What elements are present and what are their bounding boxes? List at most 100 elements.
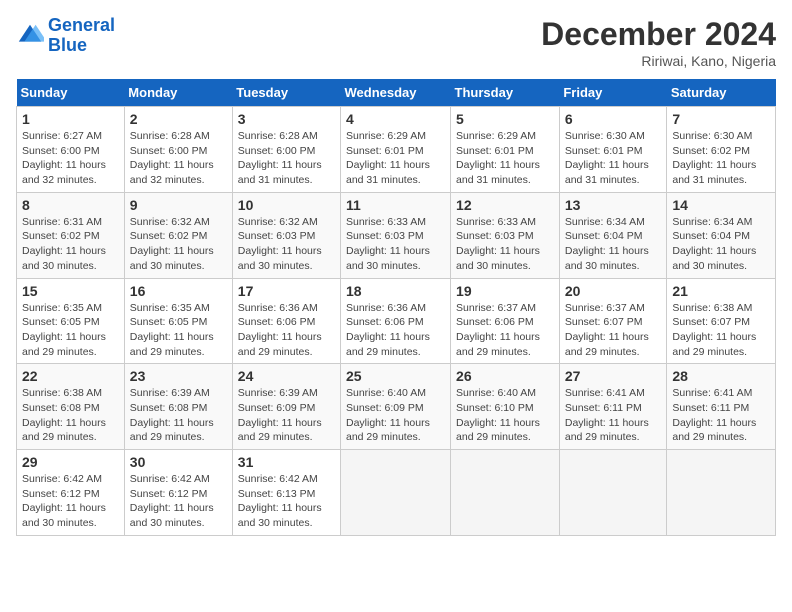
day-number: 31: [238, 454, 335, 470]
day-number: 1: [22, 111, 119, 127]
day-info: Sunrise: 6:29 AMSunset: 6:01 PMDaylight:…: [456, 129, 554, 188]
weekday-header-wednesday: Wednesday: [341, 79, 451, 107]
calendar-cell: 17 Sunrise: 6:36 AMSunset: 6:06 PMDayligh…: [232, 278, 340, 364]
calendar-cell: 9 Sunrise: 6:32 AMSunset: 6:02 PMDaylight…: [124, 192, 232, 278]
calendar-cell: [667, 450, 776, 536]
logo-icon: [16, 22, 44, 50]
day-info: Sunrise: 6:32 AMSunset: 6:03 PMDaylight:…: [238, 215, 335, 274]
weekday-header-thursday: Thursday: [451, 79, 560, 107]
day-number: 14: [672, 197, 770, 213]
calendar-cell: 31 Sunrise: 6:42 AMSunset: 6:13 PMDayligh…: [232, 450, 340, 536]
day-number: 19: [456, 283, 554, 299]
day-info: Sunrise: 6:33 AMSunset: 6:03 PMDaylight:…: [346, 215, 445, 274]
day-number: 21: [672, 283, 770, 299]
day-info: Sunrise: 6:27 AMSunset: 6:00 PMDaylight:…: [22, 129, 119, 188]
day-number: 16: [130, 283, 227, 299]
calendar-cell: 3Sunrise: 6:28 AMSunset: 6:00 PMDaylight…: [232, 107, 340, 193]
weekday-header-monday: Monday: [124, 79, 232, 107]
calendar-cell: 12 Sunrise: 6:33 AMSunset: 6:03 PMDayligh…: [451, 192, 560, 278]
calendar-cell: 28 Sunrise: 6:41 AMSunset: 6:11 PMDayligh…: [667, 364, 776, 450]
day-number: 20: [565, 283, 662, 299]
day-info: Sunrise: 6:38 AMSunset: 6:07 PMDaylight:…: [672, 301, 770, 360]
calendar-cell: [559, 450, 667, 536]
title-block: December 2024 Ririwai, Kano, Nigeria: [541, 16, 776, 69]
day-number: 12: [456, 197, 554, 213]
logo-blue: Blue: [48, 36, 115, 56]
day-number: 29: [22, 454, 119, 470]
calendar-cell: 15Sunrise: 6:35 AMSunset: 6:05 PMDayligh…: [17, 278, 125, 364]
day-info: Sunrise: 6:42 AMSunset: 6:12 PMDaylight:…: [130, 472, 227, 531]
day-info: Sunrise: 6:30 AMSunset: 6:01 PMDaylight:…: [565, 129, 662, 188]
calendar-cell: 7Sunrise: 6:30 AMSunset: 6:02 PMDaylight…: [667, 107, 776, 193]
calendar-cell: 13 Sunrise: 6:34 AMSunset: 6:04 PMDayligh…: [559, 192, 667, 278]
day-info: Sunrise: 6:36 AMSunset: 6:06 PMDaylight:…: [346, 301, 445, 360]
day-info: Sunrise: 6:32 AMSunset: 6:02 PMDaylight:…: [130, 215, 227, 274]
day-number: 11: [346, 197, 445, 213]
day-number: 8: [22, 197, 119, 213]
day-info: Sunrise: 6:39 AMSunset: 6:08 PMDaylight:…: [130, 386, 227, 445]
day-info: Sunrise: 6:33 AMSunset: 6:03 PMDaylight:…: [456, 215, 554, 274]
weekday-header-friday: Friday: [559, 79, 667, 107]
weekday-header-tuesday: Tuesday: [232, 79, 340, 107]
calendar-cell: 2 Sunrise: 6:28 AMSunset: 6:00 PMDaylight…: [124, 107, 232, 193]
day-number: 3: [238, 111, 335, 127]
calendar-week-row: 29 Sunrise: 6:42 AMSunset: 6:12 PMDayligh…: [17, 450, 776, 536]
day-number: 30: [130, 454, 227, 470]
weekday-header-saturday: Saturday: [667, 79, 776, 107]
calendar-cell: [451, 450, 560, 536]
day-info: Sunrise: 6:34 AMSunset: 6:04 PMDaylight:…: [565, 215, 662, 274]
day-info: Sunrise: 6:34 AMSunset: 6:04 PMDaylight:…: [672, 215, 770, 274]
calendar-cell: 18 Sunrise: 6:36 AMSunset: 6:06 PMDayligh…: [341, 278, 451, 364]
day-number: 2: [130, 111, 227, 127]
calendar-cell: 10Sunrise: 6:32 AMSunset: 6:03 PMDayligh…: [232, 192, 340, 278]
day-info: Sunrise: 6:30 AMSunset: 6:02 PMDaylight:…: [672, 129, 770, 188]
calendar-week-row: 1 Sunrise: 6:27 AMSunset: 6:00 PMDaylight…: [17, 107, 776, 193]
day-info: Sunrise: 6:29 AMSunset: 6:01 PMDaylight:…: [346, 129, 445, 188]
calendar-header-row: SundayMondayTuesdayWednesdayThursdayFrid…: [17, 79, 776, 107]
day-number: 17: [238, 283, 335, 299]
calendar-cell: 4 Sunrise: 6:29 AMSunset: 6:01 PMDaylight…: [341, 107, 451, 193]
day-info: Sunrise: 6:41 AMSunset: 6:11 PMDaylight:…: [565, 386, 662, 445]
day-info: Sunrise: 6:35 AMSunset: 6:05 PMDaylight:…: [130, 301, 227, 360]
day-info: Sunrise: 6:38 AMSunset: 6:08 PMDaylight:…: [22, 386, 119, 445]
day-number: 22: [22, 368, 119, 384]
calendar-cell: [341, 450, 451, 536]
day-number: 23: [130, 368, 227, 384]
day-info: Sunrise: 6:28 AMSunset: 6:00 PMDaylight:…: [130, 129, 227, 188]
calendar-cell: 8 Sunrise: 6:31 AMSunset: 6:02 PMDaylight…: [17, 192, 125, 278]
calendar-cell: 6Sunrise: 6:30 AMSunset: 6:01 PMDaylight…: [559, 107, 667, 193]
day-info: Sunrise: 6:42 AMSunset: 6:13 PMDaylight:…: [238, 472, 335, 531]
calendar-cell: 24Sunrise: 6:39 AMSunset: 6:09 PMDayligh…: [232, 364, 340, 450]
calendar-cell: 26Sunrise: 6:40 AMSunset: 6:10 PMDayligh…: [451, 364, 560, 450]
day-number: 28: [672, 368, 770, 384]
calendar-cell: 21 Sunrise: 6:38 AMSunset: 6:07 PMDayligh…: [667, 278, 776, 364]
day-number: 9: [130, 197, 227, 213]
day-info: Sunrise: 6:37 AMSunset: 6:07 PMDaylight:…: [565, 301, 662, 360]
day-info: Sunrise: 6:37 AMSunset: 6:06 PMDaylight:…: [456, 301, 554, 360]
day-number: 27: [565, 368, 662, 384]
month-title: December 2024: [541, 16, 776, 53]
day-number: 5: [456, 111, 554, 127]
day-number: 4: [346, 111, 445, 127]
day-info: Sunrise: 6:31 AMSunset: 6:02 PMDaylight:…: [22, 215, 119, 274]
calendar-table: SundayMondayTuesdayWednesdayThursdayFrid…: [16, 79, 776, 536]
calendar-cell: 5 Sunrise: 6:29 AMSunset: 6:01 PMDaylight…: [451, 107, 560, 193]
calendar-cell: 11 Sunrise: 6:33 AMSunset: 6:03 PMDayligh…: [341, 192, 451, 278]
location-subtitle: Ririwai, Kano, Nigeria: [541, 53, 776, 69]
logo-general: General: [48, 15, 115, 35]
calendar-cell: 27 Sunrise: 6:41 AMSunset: 6:11 PMDayligh…: [559, 364, 667, 450]
calendar-cell: 30 Sunrise: 6:42 AMSunset: 6:12 PMDayligh…: [124, 450, 232, 536]
calendar-cell: 20 Sunrise: 6:37 AMSunset: 6:07 PMDayligh…: [559, 278, 667, 364]
day-info: Sunrise: 6:35 AMSunset: 6:05 PMDaylight:…: [22, 301, 119, 360]
day-info: Sunrise: 6:41 AMSunset: 6:11 PMDaylight:…: [672, 386, 770, 445]
calendar-cell: 23 Sunrise: 6:39 AMSunset: 6:08 PMDayligh…: [124, 364, 232, 450]
day-info: Sunrise: 6:36 AMSunset: 6:06 PMDaylight:…: [238, 301, 335, 360]
page-header: General Blue December 2024 Ririwai, Kano…: [16, 16, 776, 69]
day-number: 26: [456, 368, 554, 384]
day-info: Sunrise: 6:42 AMSunset: 6:12 PMDaylight:…: [22, 472, 119, 531]
day-number: 24: [238, 368, 335, 384]
day-number: 18: [346, 283, 445, 299]
day-info: Sunrise: 6:40 AMSunset: 6:09 PMDaylight:…: [346, 386, 445, 445]
day-number: 13: [565, 197, 662, 213]
day-number: 25: [346, 368, 445, 384]
